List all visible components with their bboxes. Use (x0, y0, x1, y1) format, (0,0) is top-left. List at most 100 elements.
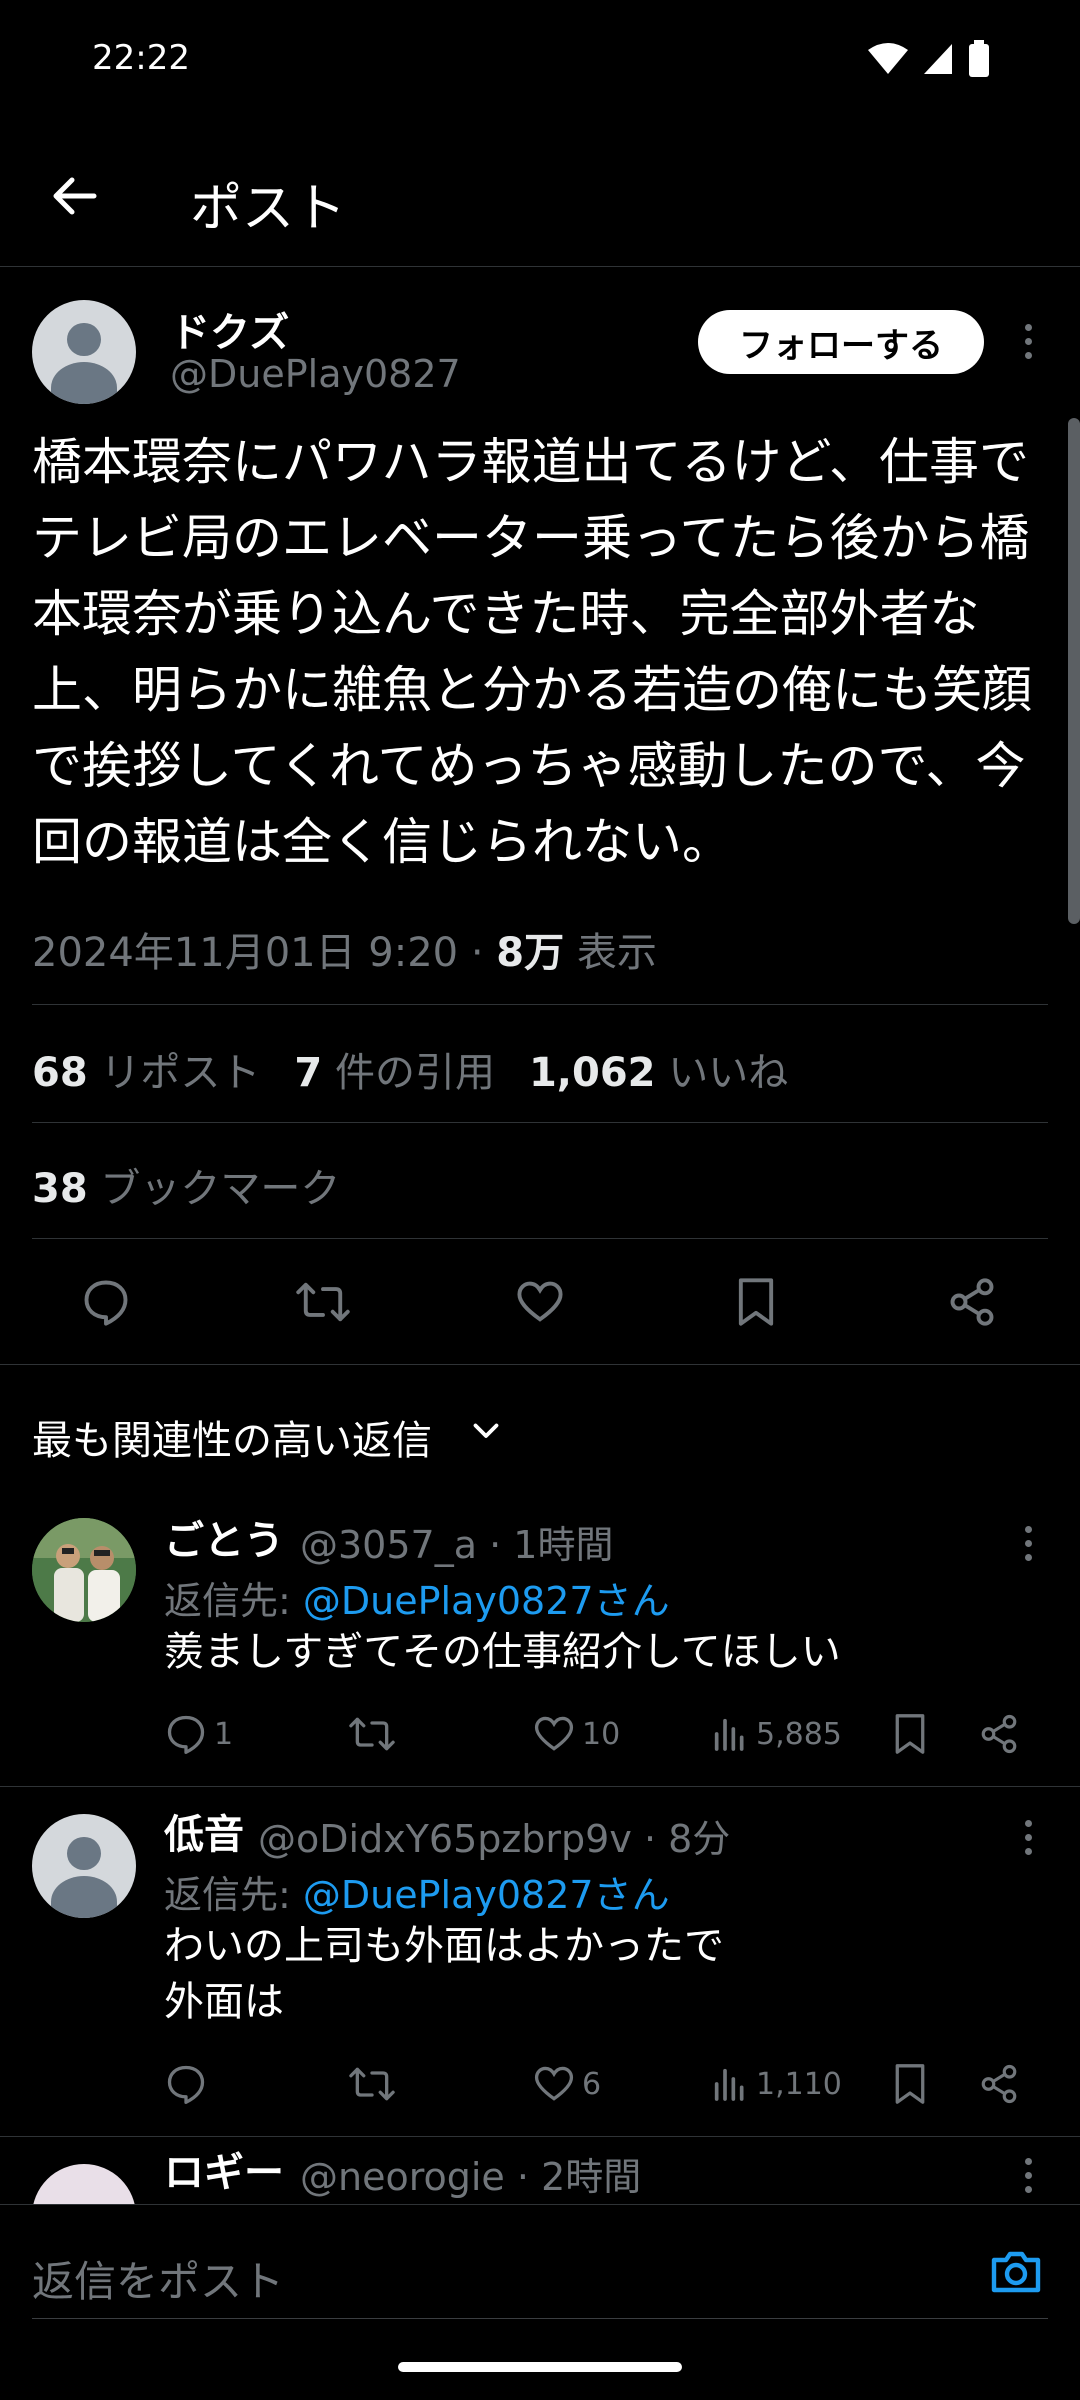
reply-sort-dropdown[interactable]: 最も関連性の高い返信 (32, 1408, 432, 1466)
reply-more-icon[interactable] (1018, 2158, 1038, 2193)
reply-author-name[interactable]: ごとう (164, 1508, 284, 1566)
bookmarks-divider (32, 1238, 1048, 1239)
wifi-icon (868, 43, 908, 74)
repost-icon (349, 2067, 395, 2101)
page-title: ポスト (190, 179, 347, 239)
share-icon (981, 1714, 1017, 1754)
post-meta: 2024年11月01日 9:20 · 8万 表示 (32, 920, 657, 978)
likes-stat[interactable]: 1,062 いいね (529, 1040, 788, 1098)
reply-like-count: 10 (582, 1716, 621, 1752)
author-handle[interactable]: @DuePlay0827 (170, 352, 461, 396)
reply-more-icon[interactable] (1018, 1526, 1038, 1561)
share-button[interactable] (932, 1262, 1012, 1342)
likes-label: いいね (668, 1050, 789, 1096)
reply-to-mention[interactable]: @DuePlay0827さん (303, 1579, 670, 1623)
reply-time: 2時間 (541, 2155, 642, 2199)
reply-share-button[interactable] (978, 1709, 1020, 1759)
views-icon (714, 2068, 744, 2101)
status-time: 22:22 (92, 38, 190, 78)
share-icon (981, 2064, 1017, 2104)
reply-meta: @neorogie · 2時間 (300, 2146, 641, 2201)
home-indicator[interactable] (398, 2362, 682, 2372)
bookmarks-stat[interactable]: 38 ブックマーク (32, 1156, 340, 1214)
reply-comment-button[interactable] (164, 2059, 214, 2109)
reply-separator: · (516, 2155, 529, 2199)
back-button[interactable] (44, 166, 104, 226)
quotes-count: 7 (294, 1050, 323, 1096)
reply-handle[interactable]: @neorogie (300, 2155, 505, 2199)
header-divider (0, 266, 1080, 267)
more-options-icon[interactable] (1018, 324, 1038, 359)
reply-repost-button[interactable] (348, 2059, 402, 2109)
author-name[interactable]: ドクズ (170, 300, 289, 358)
repost-icon (296, 1282, 350, 1322)
bookmarks-count: 38 (32, 1166, 88, 1212)
chevron-down-icon[interactable] (468, 1412, 504, 1448)
reply-divider (0, 1786, 1080, 1787)
status-icons (868, 40, 990, 78)
reply-separator: · (643, 1817, 657, 1861)
reply-avatar-photo (32, 1518, 136, 1622)
reply-share-button[interactable] (978, 2059, 1020, 2109)
reply-item[interactable]: ロギー @neorogie · 2時間 (0, 2140, 1080, 2204)
reply-to-prefix: 返信先: (164, 1579, 291, 1623)
reply-like-button[interactable]: 6 (532, 2059, 601, 2109)
meta-separator: · (470, 930, 484, 976)
bookmark-icon (738, 1278, 774, 1326)
reply-views-button[interactable]: 5,885 (710, 1709, 842, 1759)
heart-icon (534, 1716, 574, 1751)
reply-separator: · (489, 1523, 502, 1567)
reply-bookmark-button[interactable] (890, 1709, 930, 1759)
reposts-stat[interactable]: 68 リポスト (32, 1040, 260, 1098)
bookmark-button[interactable] (716, 1262, 796, 1342)
scrollbar[interactable] (1068, 418, 1080, 924)
reply-repost-button[interactable] (348, 1709, 402, 1759)
post-text: 橋本環奈にパワハラ報道出てるけど、仕事で テレビ局のエレベーター乗ってたら後から… (32, 433, 1032, 871)
reply-to-mention[interactable]: @DuePlay0827さん (303, 1873, 670, 1917)
reposts-label: リポスト (100, 1050, 261, 1096)
reply-to-line: 返信先: @DuePlay0827さん (164, 1864, 670, 1919)
reply-views-button[interactable]: 1,110 (710, 2059, 842, 2109)
bookmark-icon (895, 2064, 925, 2104)
views-label: 表示 (576, 930, 657, 976)
reply-more-icon[interactable] (1018, 1820, 1038, 1855)
comment-icon (167, 1715, 205, 1754)
reply-like-count: 6 (582, 2066, 602, 2102)
reply-comment-count: 1 (214, 1716, 234, 1752)
likes-count: 1,062 (528, 1050, 656, 1096)
reply-time: 8分 (668, 1817, 731, 1861)
follow-button[interactable]: フォローする (698, 310, 984, 374)
reply-views-count: 1,110 (756, 2066, 842, 2102)
reply-author-name[interactable]: 低音 (164, 1802, 244, 1860)
repost-button[interactable] (283, 1262, 363, 1342)
compose-underline (32, 2318, 1048, 2319)
camera-icon (991, 2251, 1041, 2293)
quotes-stat[interactable]: 7 件の引用 (294, 1040, 495, 1098)
reply-compose-input[interactable]: 返信をポスト (32, 2248, 284, 2309)
compose-divider (0, 2204, 1080, 2205)
reply-comment-button[interactable]: 1 (164, 1709, 233, 1759)
reply-avatar[interactable] (32, 1814, 136, 1918)
reply-handle[interactable]: @3057_a (300, 1523, 477, 1567)
reply-handle[interactable]: @oDidxY65pzbrp9v (258, 1817, 632, 1861)
views-icon (714, 1718, 744, 1751)
like-button[interactable] (500, 1262, 580, 1342)
reply-author-name[interactable]: ロギー (164, 2140, 284, 2198)
reply-like-button[interactable]: 10 (532, 1709, 620, 1759)
reposts-count: 68 (32, 1050, 88, 1096)
reply-avatar[interactable] (32, 1518, 136, 1622)
reply-button[interactable] (66, 1262, 146, 1342)
author-avatar[interactable] (32, 300, 136, 404)
comment-icon (167, 2065, 205, 2104)
post-datetime: 2024年11月01日 9:20 (32, 930, 459, 976)
camera-button[interactable] (984, 2240, 1048, 2304)
battery-icon (969, 40, 989, 77)
reply-bookmark-button[interactable] (890, 2059, 930, 2109)
stats-divider (32, 1122, 1048, 1123)
meta-divider (32, 1004, 1048, 1005)
bookmarks-label: ブックマーク (100, 1166, 341, 1212)
repost-icon (349, 1717, 395, 1751)
reply-avatar[interactable] (32, 2164, 136, 2204)
reply-divider (0, 2136, 1080, 2137)
engagement-stats: 68 リポスト 7 件の引用 1,062 いいね (32, 1040, 788, 1098)
